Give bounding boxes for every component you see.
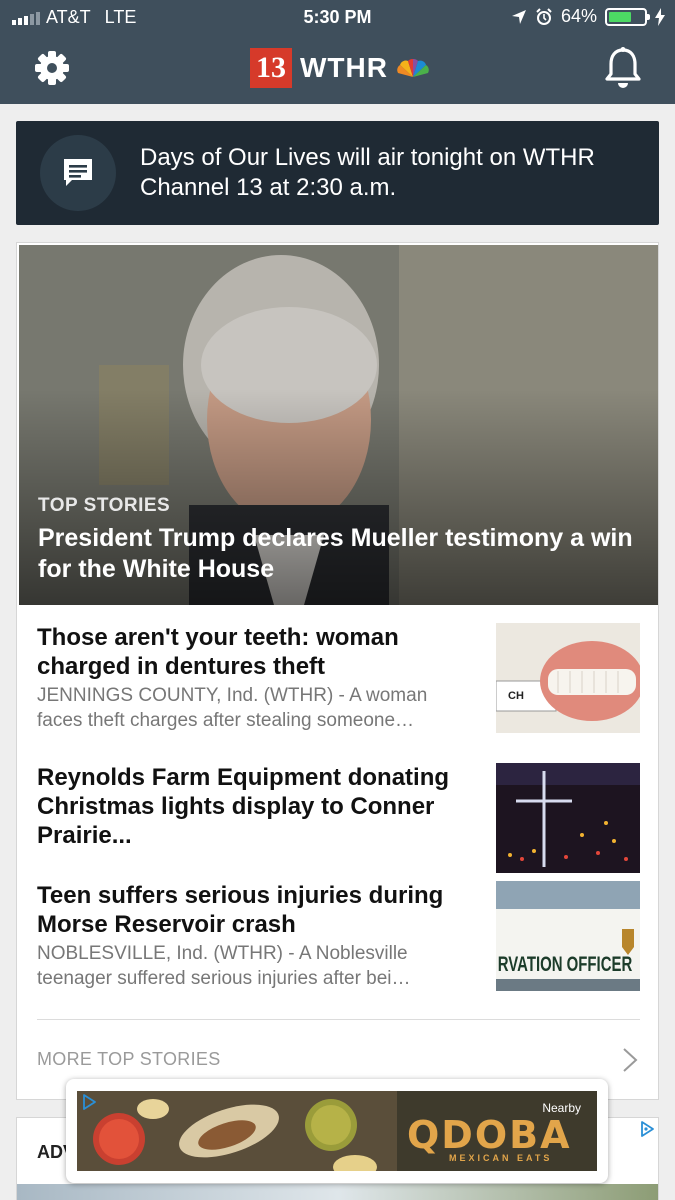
story-desc-line-2: teenager suffered serious injuries after… (37, 968, 411, 989)
top-header: AT&T LTE 5:30 PM 64% 13 WTHR (0, 0, 675, 104)
alarm-icon (536, 7, 552, 25)
story-title: Those aren't your teeth: woman charged i… (37, 624, 399, 680)
story-desc-line-2: faces theft charges after stealing someo… (37, 710, 415, 731)
battery-percent: 64% (560, 6, 597, 26)
story-thumbnail: RVATION OFFICER (496, 881, 640, 991)
ad-food-image (77, 1091, 397, 1171)
logo-channel-number: 13 (250, 48, 292, 88)
story-item[interactable]: Teen suffers serious injuries during Mor… (37, 881, 640, 991)
battery-icon (605, 7, 650, 26)
app-bar: 13 WTHR (0, 36, 675, 104)
logo-text: WTHR (300, 52, 388, 83)
story-thumbnail (496, 763, 640, 873)
story-desc-line-1: JENNINGS COUNTY, Ind. (WTHR) - A woman (37, 685, 428, 706)
alert-banner[interactable]: Days of Our Lives will air tonight on WT… (16, 121, 659, 225)
lead-story[interactable]: TOP STORIES President Trump declares Mue… (19, 245, 658, 605)
section-photo (17, 1184, 658, 1200)
nbc-peacock-icon (397, 58, 429, 77)
story-desc-line-1: NOBLESVILLE, Ind. (WTHR) - A Noblesville (37, 943, 408, 964)
ad-brand-name: QDOBA (407, 1113, 572, 1157)
story-title: Reynolds Farm Equipment donating Christm… (37, 764, 450, 849)
ad-info-icon[interactable] (80, 1093, 98, 1111)
story-item[interactable]: Reynolds Farm Equipment donating Christm… (37, 763, 640, 873)
charging-bolt-icon (655, 7, 665, 26)
adchoices-icon[interactable] (638, 1120, 656, 1138)
ad-tagline: MEXICAN EATS (449, 1153, 553, 1163)
card-divider (37, 1019, 640, 1020)
story-title: Teen suffers serious injuries during Mor… (37, 882, 444, 938)
thumb-label-ch: CH (508, 690, 524, 702)
story-thumbnail: CH (496, 623, 640, 733)
battery-level-fill (609, 11, 631, 22)
status-bar: AT&T LTE 5:30 PM 64% (0, 0, 675, 36)
floating-ad[interactable]: Nearby QDOBA MEXICAN EATS (66, 1079, 608, 1183)
status-right: 64% (511, 6, 665, 27)
settings-gear-icon[interactable] (32, 48, 72, 88)
chevron-right-icon[interactable] (620, 1047, 640, 1073)
wthr-logo: 13 WTHR (250, 48, 430, 88)
alert-message: Days of Our Lives will air tonight on WT… (140, 144, 595, 201)
location-arrow-icon (511, 9, 526, 24)
story-item[interactable]: Those aren't your teeth: woman charged i… (37, 623, 640, 733)
thumb-label-officer: RVATION OFFICER (498, 951, 633, 975)
notifications-bell-icon[interactable] (603, 46, 643, 90)
ad-banner[interactable]: Nearby QDOBA MEXICAN EATS (77, 1091, 597, 1171)
lead-story-headline: President Trump declares Mueller testimo… (38, 524, 633, 583)
top-stories-card: TOP STORIES President Trump declares Mue… (16, 242, 659, 1100)
section-kicker: TOP STORIES (38, 495, 171, 516)
alert-icon-circle (40, 135, 116, 211)
more-top-stories-link[interactable]: MORE TOP STORIES (37, 1049, 221, 1070)
message-icon (64, 159, 92, 186)
